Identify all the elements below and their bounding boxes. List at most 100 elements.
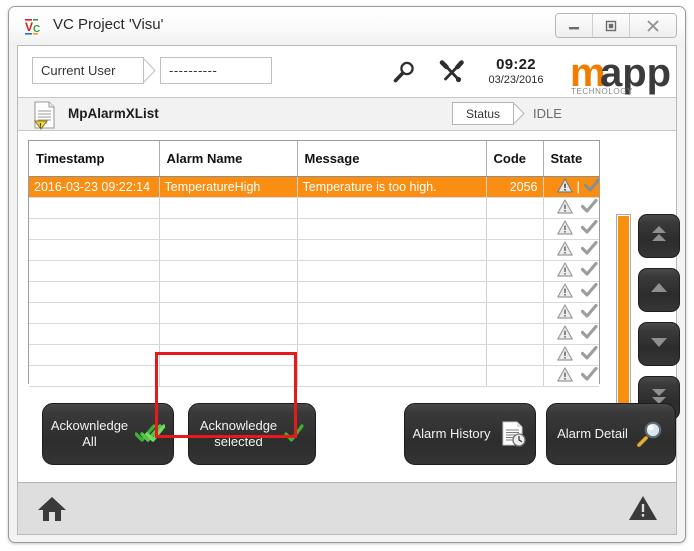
cell-alarm-name <box>159 239 298 261</box>
cell-alarm-name <box>159 218 298 240</box>
wrench-screwdriver-icon[interactable] <box>438 58 466 86</box>
acknowledge-all-button[interactable]: Ackownledge All <box>42 403 174 465</box>
table-header-row: Timestamp Alarm Name Message Code State <box>29 141 599 177</box>
page-title: MpAlarmXList <box>68 106 159 121</box>
acknowledge-selected-line2: selected <box>214 434 263 449</box>
table-row[interactable] <box>29 218 599 240</box>
alarm-detail-label: Alarm Detail <box>557 426 628 441</box>
warning-triangle-icon <box>556 366 573 385</box>
cell-code <box>486 260 544 282</box>
table-row[interactable] <box>29 365 599 387</box>
scroll-down-button[interactable] <box>638 322 680 366</box>
current-user-value: ---------- <box>160 57 272 84</box>
table-row[interactable] <box>29 197 599 219</box>
warning-triangle-icon <box>556 177 573 196</box>
close-button[interactable] <box>630 14 676 37</box>
mapp-logo: m app TECHNOLOGY <box>570 50 671 96</box>
check-icon <box>580 345 598 364</box>
alarm-table[interactable]: Timestamp Alarm Name Message Code State … <box>28 140 600 387</box>
check-icon <box>580 366 598 385</box>
alarm-detail-button[interactable]: Alarm Detail <box>546 403 676 465</box>
cell-code <box>486 281 544 303</box>
top-toolbar: Current User ---------- 09:22 03/23/2016… <box>18 46 676 98</box>
svg-text:!: ! <box>39 123 41 130</box>
cell-alarm-name <box>159 260 298 282</box>
cell-state <box>543 281 599 303</box>
application-window: V C VC Project 'Visu' Current User -----… <box>8 6 686 543</box>
table-row[interactable] <box>29 302 599 324</box>
cell-alarm-name <box>159 302 298 324</box>
screenshot-root: V C VC Project 'Visu' Current User -----… <box>0 0 694 551</box>
check-icon <box>580 261 598 280</box>
cell-timestamp <box>29 260 160 282</box>
cell-state <box>543 365 599 387</box>
bottom-status-bar <box>18 482 676 534</box>
document-warning-icon: ! <box>30 100 60 130</box>
maximize-button[interactable] <box>593 14 630 37</box>
warning-triangle-icon <box>556 345 573 364</box>
cell-timestamp <box>29 281 160 303</box>
state-separator: | <box>576 179 580 194</box>
cell-message <box>297 365 487 387</box>
svg-text:V: V <box>25 20 33 34</box>
warning-triangle-icon <box>556 261 573 280</box>
cell-state <box>543 302 599 324</box>
table-scrollbar[interactable] <box>616 214 631 420</box>
warning-triangle-icon <box>556 240 573 259</box>
home-icon[interactable] <box>36 493 68 525</box>
down-arrow-icon <box>648 331 670 358</box>
minimize-button[interactable] <box>556 14 593 37</box>
check-icon <box>580 198 598 217</box>
column-header-timestamp[interactable]: Timestamp <box>29 141 160 177</box>
column-header-message[interactable]: Message <box>297 141 487 177</box>
cell-message <box>297 281 487 303</box>
status-label: Status <box>452 102 514 125</box>
check-icon <box>580 324 598 343</box>
cell-code <box>486 218 544 240</box>
cell-state <box>543 260 599 282</box>
clock-date: 03/23/2016 <box>488 74 544 86</box>
warning-triangle-icon <box>556 324 573 343</box>
cell-message <box>297 344 487 366</box>
table-body: 2016-03-23 09:22:14 TemperatureHigh Temp… <box>29 176 599 387</box>
document-clock-icon <box>498 419 528 449</box>
cell-timestamp <box>29 197 160 219</box>
table-row[interactable]: 2016-03-23 09:22:14 TemperatureHigh Temp… <box>29 176 599 198</box>
column-header-code[interactable]: Code <box>486 141 544 177</box>
cell-state <box>543 239 599 261</box>
scroll-up-button[interactable] <box>638 268 680 312</box>
cell-message: Temperature is too high. <box>297 176 487 198</box>
cell-code <box>486 323 544 345</box>
check-icon <box>580 240 598 259</box>
scroll-first-button[interactable] <box>638 214 680 258</box>
check-icon <box>583 177 599 196</box>
cell-message <box>297 239 487 261</box>
warning-triangle-icon <box>556 303 573 322</box>
cell-alarm-name <box>159 281 298 303</box>
acknowledge-selected-button[interactable]: Acknowledge selected <box>188 403 316 465</box>
warning-triangle-icon <box>556 282 573 301</box>
magnifier-icon[interactable] <box>390 58 418 86</box>
table-row[interactable] <box>29 323 599 345</box>
scrollbar-thumb[interactable] <box>618 216 629 418</box>
triple-check-icon <box>135 423 166 445</box>
user-arrow-icon <box>143 57 158 84</box>
vc-logo-icon: V C <box>23 16 45 38</box>
table-row[interactable] <box>29 260 599 282</box>
column-header-state[interactable]: State <box>543 141 599 177</box>
cell-message <box>297 302 487 324</box>
action-button-row: Ackownledge All Acknowledge selected Ala… <box>18 393 676 475</box>
current-user-label: Current User <box>32 57 144 84</box>
acknowledge-all-line2: All <box>82 434 97 449</box>
cell-alarm-name <box>159 344 298 366</box>
alarm-history-button[interactable]: Alarm History <box>404 403 536 465</box>
table-row[interactable] <box>29 281 599 303</box>
magnifier-icon <box>635 419 665 449</box>
table-row[interactable] <box>29 239 599 261</box>
acknowledge-all-line1: Ackownledge <box>50 418 129 433</box>
warning-triangle-icon <box>556 198 573 217</box>
table-row[interactable] <box>29 344 599 366</box>
column-header-alarm-name[interactable]: Alarm Name <box>159 141 298 177</box>
cell-message <box>297 260 487 282</box>
warning-triangle-icon[interactable] <box>628 493 658 523</box>
